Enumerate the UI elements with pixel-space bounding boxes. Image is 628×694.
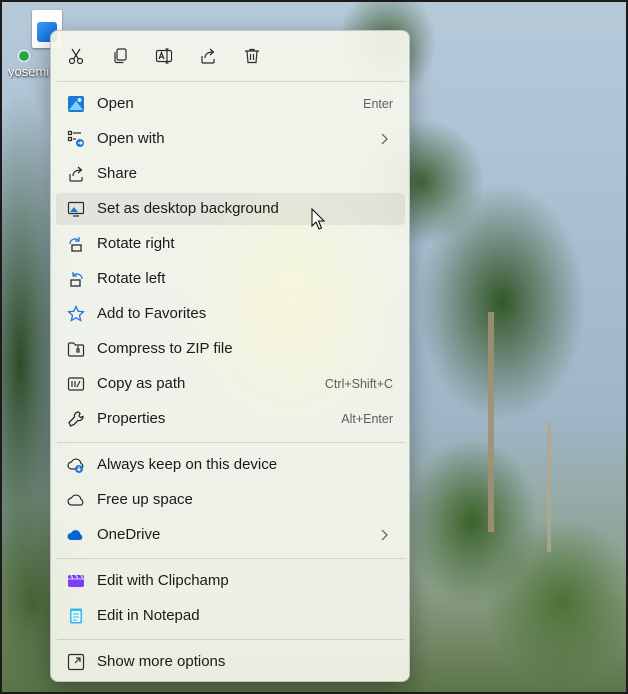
- menu-item-edit-notepad[interactable]: Edit in Notepad: [56, 600, 405, 632]
- menu-item-set-desktop-background[interactable]: Set as desktop background: [56, 193, 405, 225]
- cloud-outline-icon: [67, 491, 85, 509]
- menu-item-always-keep[interactable]: Always keep on this device: [56, 449, 405, 481]
- menu-separator: [57, 442, 405, 443]
- menu-item-shortcut: Alt+Enter: [341, 412, 393, 426]
- star-icon: [67, 305, 85, 323]
- menu-item-label: Rotate right: [97, 235, 175, 252]
- menu-item-compress-zip[interactable]: Compress to ZIP file: [56, 333, 405, 365]
- cut-button[interactable]: [62, 42, 90, 70]
- menu-item-edit-clipchamp[interactable]: Edit with Clipchamp: [56, 565, 405, 597]
- menu-item-label: Open: [97, 95, 134, 112]
- copy-path-icon: [67, 375, 85, 393]
- photos-app-icon: [67, 95, 85, 113]
- context-menu-toolbar: [51, 31, 409, 81]
- chevron-right-icon: [381, 529, 388, 541]
- menu-item-label: Edit with Clipchamp: [97, 572, 229, 589]
- menu-item-label: Show more options: [97, 653, 226, 670]
- menu-item-label: Open with: [97, 130, 165, 147]
- menu-item-label: Always keep on this device: [97, 456, 278, 473]
- rotate-left-icon: [67, 270, 85, 288]
- open-with-icon: [67, 130, 85, 148]
- menu-item-label: Free up space: [97, 491, 193, 508]
- menu-item-label: Copy as path: [97, 375, 186, 392]
- wrench-icon: [67, 410, 85, 428]
- menu-item-label: OneDrive: [97, 526, 161, 543]
- menu-item-add-to-favorites[interactable]: Add to Favorites: [56, 298, 405, 330]
- menu-item-label: Rotate left: [97, 270, 166, 287]
- share-icon: [67, 165, 85, 183]
- tree-trunk: [488, 312, 494, 532]
- menu-item-open-with[interactable]: Open with: [56, 123, 405, 155]
- zip-icon: [67, 340, 85, 358]
- copy-button[interactable]: [106, 42, 134, 70]
- tree-trunk: [547, 422, 551, 552]
- share-button[interactable]: [194, 42, 222, 70]
- onedrive-icon: [67, 526, 85, 544]
- menu-item-shortcut: Enter: [363, 97, 393, 111]
- copy-icon: [114, 48, 127, 64]
- desktop-background-icon: [67, 200, 85, 218]
- menu-item-label: Edit in Notepad: [97, 607, 200, 624]
- show-more-options-icon: [67, 653, 85, 671]
- menu-item-shortcut: Ctrl+Shift+C: [324, 377, 393, 391]
- clipchamp-icon: [67, 572, 85, 590]
- cloud-download-icon: [67, 456, 85, 474]
- cut-icon: [68, 48, 84, 65]
- context-menu: Open Enter Open with Share Set as deskto…: [50, 30, 410, 682]
- share-icon: [201, 48, 215, 64]
- sync-status-icon: [18, 50, 30, 62]
- rename-icon: [155, 48, 173, 64]
- menu-item-label: Add to Favorites: [97, 305, 207, 322]
- mouse-pointer-icon: [311, 208, 326, 230]
- menu-item-label: Properties: [97, 410, 166, 427]
- menu-separator: [57, 558, 405, 559]
- menu-item-copy-as-path[interactable]: Copy as path Ctrl+Shift+C: [56, 368, 405, 400]
- menu-item-rotate-right[interactable]: Rotate right: [56, 228, 405, 260]
- menu-separator: [57, 639, 405, 640]
- menu-item-label: Compress to ZIP file: [97, 340, 233, 357]
- menu-item-show-more-options[interactable]: Show more options: [56, 646, 405, 678]
- menu-item-open[interactable]: Open Enter: [56, 88, 405, 120]
- rotate-right-icon: [67, 235, 85, 253]
- menu-item-properties[interactable]: Properties Alt+Enter: [56, 403, 405, 435]
- menu-item-share[interactable]: Share: [56, 158, 405, 190]
- rename-button[interactable]: [150, 42, 178, 70]
- menu-item-onedrive[interactable]: OneDrive: [56, 519, 405, 551]
- desktop-wallpaper: yosemi Open Enter Open with Share Set as…: [0, 0, 628, 694]
- delete-button[interactable]: [238, 42, 266, 70]
- notepad-icon: [67, 607, 85, 625]
- menu-separator: [57, 81, 405, 82]
- menu-item-free-up-space[interactable]: Free up space: [56, 484, 405, 516]
- chevron-right-icon: [381, 133, 388, 145]
- menu-item-label: Share: [97, 165, 138, 182]
- delete-icon: [245, 48, 259, 64]
- menu-item-label: Set as desktop background: [97, 200, 279, 217]
- menu-item-rotate-left[interactable]: Rotate left: [56, 263, 405, 295]
